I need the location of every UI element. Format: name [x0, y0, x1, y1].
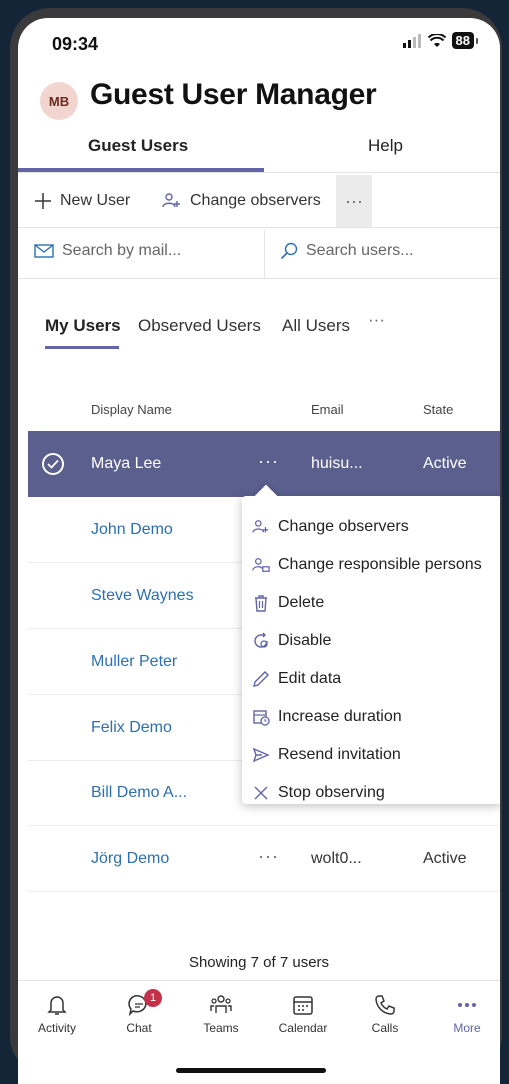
mail-icon: [34, 244, 54, 258]
menu-item-label: Change responsible persons: [278, 556, 482, 573]
nav-label: Activity: [37, 1021, 76, 1035]
nav-chat[interactable]: 1 Chat: [104, 989, 174, 1035]
calendar-icon: [293, 996, 313, 1015]
menu-item-label: Disable: [278, 632, 332, 649]
tab-observed-users[interactable]: Observed Users: [138, 316, 261, 336]
row-state: Active: [423, 455, 467, 472]
close-icon: [254, 786, 268, 800]
teams-icon: [210, 995, 232, 1013]
bell-icon: [47, 996, 67, 1015]
nav-label: Calls: [371, 1021, 399, 1035]
trash-icon: [255, 595, 267, 612]
row-display-name[interactable]: Muller Peter: [91, 653, 177, 671]
menu-item-stop-observing[interactable]: Stop observing: [252, 784, 385, 802]
nav-teams[interactable]: Teams: [186, 993, 256, 1035]
search-users-input[interactable]: Search users...: [280, 242, 414, 260]
plus-icon: [35, 193, 51, 209]
nav-calendar[interactable]: Calendar: [268, 993, 338, 1035]
menu-item-label: Delete: [278, 594, 325, 611]
divider: [18, 227, 500, 228]
status-icons: 88: [402, 32, 479, 49]
row-display-name[interactable]: Steve Waynes: [91, 587, 194, 605]
menu-item-label: Edit data: [278, 670, 342, 687]
nav-label: Teams: [203, 1021, 239, 1035]
table-row[interactable]: Jörg Demo ··· wolt0... Active: [28, 826, 500, 892]
wifi-icon: [427, 33, 446, 47]
menu-item-disable[interactable]: Disable: [252, 632, 331, 650]
new-user-label: New User: [60, 192, 131, 209]
tab-guest-users[interactable]: Guest Users: [88, 136, 188, 156]
avatar[interactable]: MB: [40, 82, 78, 120]
change-observers-button[interactable]: Change observers: [162, 192, 321, 210]
row-display-name[interactable]: Jörg Demo: [91, 850, 169, 868]
home-indicator[interactable]: [176, 1068, 326, 1073]
tab-all-users[interactable]: All Users: [282, 316, 350, 336]
phone-icon: [375, 995, 395, 1015]
nav-label: More: [453, 1021, 481, 1035]
row-more-button[interactable]: ···: [258, 846, 279, 867]
column-header-email[interactable]: Email: [311, 402, 344, 417]
row-more-button[interactable]: ···: [258, 451, 279, 472]
menu-item-label: Increase duration: [278, 708, 402, 725]
row-display-name[interactable]: Felix Demo: [91, 719, 172, 737]
row-display-name[interactable]: Bill Demo A...: [91, 784, 187, 802]
nav-label: Calendar: [278, 1021, 328, 1035]
chat-unread-badge: 1: [144, 989, 162, 1007]
menu-item-change-responsible-persons[interactable]: Change responsible persons: [252, 556, 482, 574]
row-context-menu: Change observers Change responsible pers…: [242, 496, 500, 804]
more-icon: [458, 1003, 476, 1007]
signal-icon: [402, 33, 421, 48]
search-by-mail-input[interactable]: Search by mail...: [34, 242, 181, 260]
app-screen: 09:34 88 MB Guest User Manager Guest Use…: [18, 18, 500, 1084]
status-time: 09:34: [52, 34, 99, 54]
menu-item-label: Resend invitation: [278, 746, 401, 763]
search-users-placeholder: Search users...: [306, 242, 414, 259]
row-display-name[interactable]: John Demo: [91, 521, 173, 539]
search-separator: [264, 230, 265, 278]
menu-item-change-observers[interactable]: Change observers: [252, 518, 409, 536]
calendar-clock-icon: [253, 710, 270, 726]
page-title: Guest User Manager: [90, 78, 377, 111]
row-state: Active: [423, 850, 467, 867]
menu-item-resend-invitation[interactable]: Resend invitation: [252, 746, 401, 764]
tab-help[interactable]: Help: [368, 136, 403, 156]
search-by-mail-placeholder: Search by mail...: [62, 242, 182, 259]
people-add-icon: [252, 520, 269, 533]
row-email: wolt0...: [311, 850, 362, 867]
battery-indicator: 88: [451, 32, 479, 49]
divider: [18, 172, 500, 173]
column-header-state[interactable]: State: [423, 402, 453, 417]
disable-icon: [254, 632, 268, 648]
send-icon: [252, 747, 270, 763]
change-observers-label: Change observers: [190, 192, 321, 209]
pagination-summary: Showing 7 of 7 users: [188, 954, 330, 971]
people-add-icon: [162, 193, 180, 208]
active-subtab-indicator: [45, 346, 119, 349]
row-display-name[interactable]: Maya Lee: [91, 455, 161, 473]
divider: [18, 278, 500, 279]
pencil-icon: [253, 671, 269, 687]
menu-item-label: Stop observing: [278, 784, 385, 801]
tab-my-users[interactable]: My Users: [45, 316, 121, 336]
menu-item-delete[interactable]: Delete: [252, 594, 324, 612]
toolbar-more-button[interactable]: ···: [336, 175, 372, 227]
new-user-button[interactable]: New User: [34, 192, 130, 210]
sub-tabs-more-button[interactable]: ···: [368, 310, 385, 330]
menu-item-edit-data[interactable]: Edit data: [252, 670, 341, 688]
person-key-icon: [252, 558, 270, 572]
nav-activity[interactable]: Activity: [22, 993, 92, 1035]
menu-item-label: Change observers: [278, 518, 409, 535]
menu-item-increase-duration[interactable]: Increase duration: [252, 708, 402, 726]
row-email: huisu...: [311, 455, 363, 472]
nav-more[interactable]: More: [432, 993, 500, 1035]
search-icon: [280, 242, 298, 260]
column-header-display-name[interactable]: Display Name: [91, 402, 172, 417]
nav-calls[interactable]: Calls: [350, 993, 420, 1035]
row-checked-icon[interactable]: [42, 453, 64, 475]
nav-label: Chat: [126, 1021, 152, 1035]
